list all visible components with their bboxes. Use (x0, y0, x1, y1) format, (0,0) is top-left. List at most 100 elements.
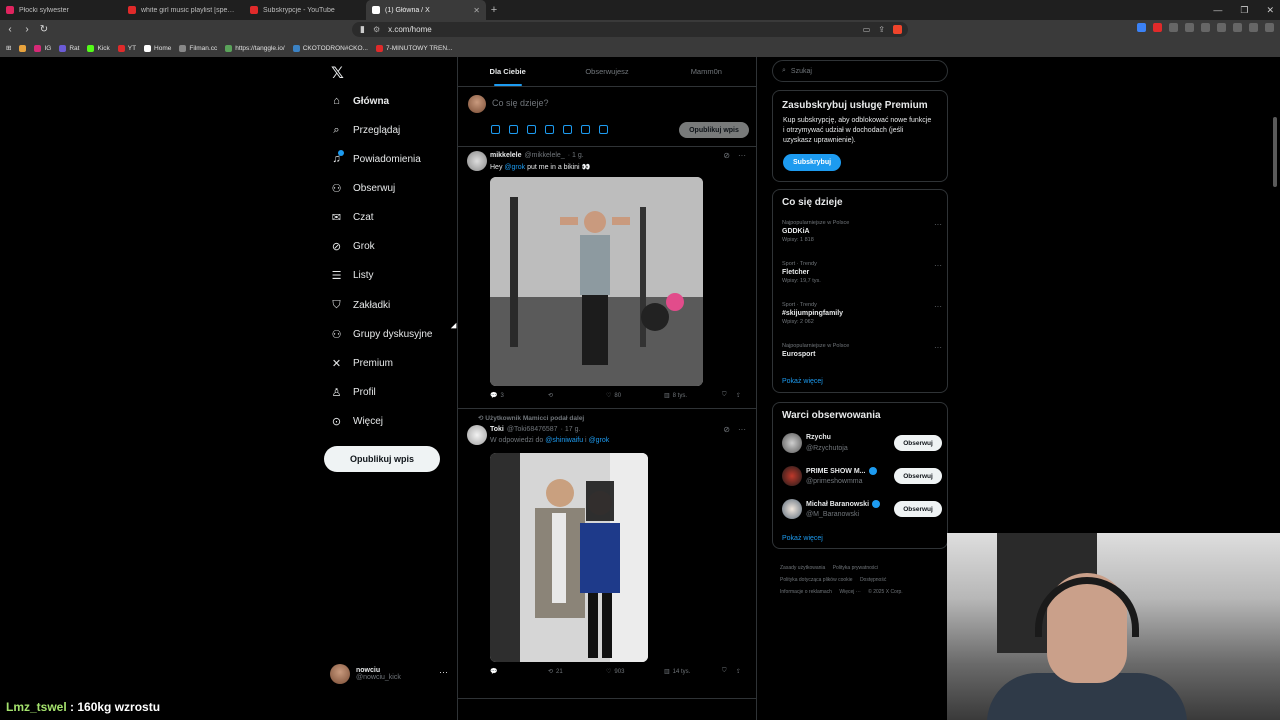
more-options-icon[interactable]: ··· (439, 667, 448, 677)
close-window-icon[interactable]: ✕ (1266, 5, 1274, 16)
more-options-icon[interactable]: ··· (738, 425, 746, 434)
footer-link[interactable]: Zasady użytkowania (780, 565, 825, 571)
tweet[interactable]: mikkelele @mikkelele_ · 1 g. ⊘ ··· Hey @… (458, 147, 756, 409)
minimize-icon[interactable]: — (1213, 5, 1222, 15)
follow-suggestion[interactable]: PRIME SHOW M... @primeshowmma Obserwuj (782, 466, 942, 488)
nav-item-more[interactable]: ⊙ Więcej (330, 413, 383, 429)
avatar[interactable] (782, 433, 802, 453)
media-icon[interactable] (491, 125, 500, 134)
follow-suggestion[interactable]: Rzychu @Rzychutoja Obserwuj (782, 433, 942, 455)
close-tab-icon[interactable]: ✕ (473, 6, 480, 15)
trend-item[interactable]: Najpopularniejsze w Polsce GDDKiA Wpisy:… (782, 220, 942, 243)
bookmark-item[interactable]: Filman.cc (179, 44, 217, 52)
footer-link[interactable]: Polityka prywatności (833, 565, 878, 571)
footer-link[interactable]: Więcej ··· (839, 589, 860, 595)
nav-item-explore[interactable]: ⌕ Przeglądaj (330, 122, 400, 138)
show-more-follows-link[interactable]: Pokaż więcej (782, 535, 823, 542)
tab-for-you[interactable]: Dla Ciebie (458, 57, 557, 86)
bookmark-page-icon[interactable]: ▮ (360, 24, 365, 35)
bookmark-item[interactable]: Home (144, 44, 171, 52)
footer-link[interactable]: Informacje o reklamach (780, 589, 832, 595)
bookmark-item[interactable]: CKOTODRON#CKO... (292, 44, 368, 52)
composer-input[interactable]: Co się dzieje? (492, 98, 549, 108)
new-tab-button[interactable]: + (486, 4, 502, 16)
follow-button[interactable]: Obserwuj (894, 468, 942, 484)
tweet-image[interactable] (490, 453, 648, 662)
tweet[interactable]: ⟲ Użytkownik Mamicci podał dalej Toki @T… (458, 409, 756, 699)
restore-icon[interactable]: ❐ (1240, 5, 1248, 16)
avatar[interactable] (782, 466, 802, 486)
site-info-icon[interactable]: ⚙ (373, 25, 380, 34)
footer-link[interactable]: Dostępność (860, 577, 886, 583)
grok-icon[interactable] (527, 125, 536, 134)
nav-item-chat[interactable]: ✉ Czat (330, 209, 374, 225)
nav-item-lists[interactable]: ☰ Listy (330, 267, 374, 283)
more-options-icon[interactable]: ··· (934, 343, 942, 352)
apps-grid-icon[interactable]: ⊞ (6, 44, 11, 52)
composer-post-button[interactable]: Opublikuj wpis (679, 122, 749, 138)
like-button[interactable]: ♡ 80 (606, 392, 664, 400)
extension-icon[interactable] (1169, 23, 1178, 32)
mention-link[interactable]: @grok (504, 164, 525, 171)
grok-icon[interactable]: ⊘ (723, 425, 730, 434)
poll-icon[interactable] (545, 125, 554, 134)
more-options-icon[interactable]: ··· (934, 261, 942, 270)
nav-item-grok[interactable]: ⊘ Grok (330, 238, 375, 254)
account-switcher[interactable]: nowciu @nowciu_kick ··· (330, 663, 454, 685)
share-button[interactable]: ⇪ (736, 668, 741, 675)
more-options-icon[interactable]: ··· (738, 151, 746, 160)
more-options-icon[interactable]: ··· (934, 220, 942, 229)
grok-icon[interactable]: ⊘ (723, 151, 730, 160)
avatar[interactable] (467, 425, 487, 445)
reload-icon[interactable]: ↻ (37, 24, 51, 35)
nav-item-home[interactable]: ⌂ Główna (330, 93, 389, 109)
extension-icon[interactable] (1185, 23, 1194, 32)
browser-tab[interactable]: Płocki sylwester (0, 0, 122, 20)
bookmark-item[interactable]: YT (117, 44, 136, 52)
mention-link[interactable]: @grok (589, 437, 610, 444)
tweet-time[interactable]: · 1 g. (568, 152, 584, 159)
location-icon[interactable] (599, 125, 608, 134)
tweet-author-name[interactable]: Toki (490, 426, 504, 433)
bookmark-button[interactable]: ⛉ (722, 668, 736, 675)
bookmark-item[interactable]: https://tanggle.io/ (225, 44, 285, 52)
schedule-icon[interactable] (581, 125, 590, 134)
retweet-button[interactable]: ⟲ (548, 392, 606, 399)
follow-suggestion[interactable]: Michał Baranowski @M_Baranowski Obserwuj (782, 499, 942, 521)
tweet-time[interactable]: · 17 g. (561, 426, 581, 433)
trend-item[interactable]: Sport · Trendy #skijumpingfamily Wpisy: … (782, 302, 942, 325)
retweet-button[interactable]: ⟲ 21 (548, 668, 606, 676)
nav-item-profile[interactable]: ♙ Profil (330, 384, 376, 400)
avatar[interactable] (467, 151, 487, 171)
tweet-author-handle[interactable]: @Toki68476587 (507, 426, 558, 433)
bookmark-item[interactable]: Kick (87, 44, 110, 52)
tweet-author-handle[interactable]: @mikkelele_ (525, 152, 565, 159)
avatar[interactable] (782, 499, 802, 519)
bookmark-button[interactable]: ⛉ (722, 392, 736, 399)
share-button[interactable]: ⇪ (736, 392, 741, 399)
subscribe-button[interactable]: Subskrybuj (783, 154, 841, 171)
views-button[interactable]: ▥ 8 tys. (664, 392, 722, 400)
tweet-author-name[interactable]: mikkelele (490, 152, 522, 159)
media-icon[interactable] (1233, 23, 1242, 32)
bookmark-item[interactable]: Rat (59, 44, 79, 52)
emoji-icon[interactable] (563, 125, 572, 134)
extension-icon[interactable] (1153, 23, 1162, 32)
trend-item[interactable]: Najpopularniejsze w Polsce Eurosport ··· (782, 343, 942, 358)
url-text[interactable]: x.com/home (388, 25, 432, 34)
browser-tab[interactable]: Subskrypcje - YouTube (244, 0, 366, 20)
gif-icon[interactable] (509, 125, 518, 134)
tab-following[interactable]: Obserwujesz (557, 57, 656, 86)
share-icon[interactable]: ⇪ (878, 25, 885, 34)
bookmark-item[interactable] (19, 44, 27, 52)
search-input[interactable]: ⌕ Szukaj (772, 60, 948, 82)
nav-item-communities[interactable]: ⚇ Grupy dyskusyjne (330, 326, 433, 342)
audio-icon[interactable] (1137, 23, 1146, 32)
bookmark-item[interactable]: IG (34, 44, 51, 52)
tab-mamm0n[interactable]: Mamm0n (657, 57, 756, 86)
extensions-puzzle-icon[interactable] (1201, 23, 1210, 32)
follow-button[interactable]: Obserwuj (894, 435, 942, 451)
views-button[interactable]: ▥ 14 tys. (664, 668, 722, 676)
browser-tab-active[interactable]: (1) Główna / X ✕ (366, 0, 486, 20)
reply-button[interactable]: 💬 (490, 668, 548, 675)
